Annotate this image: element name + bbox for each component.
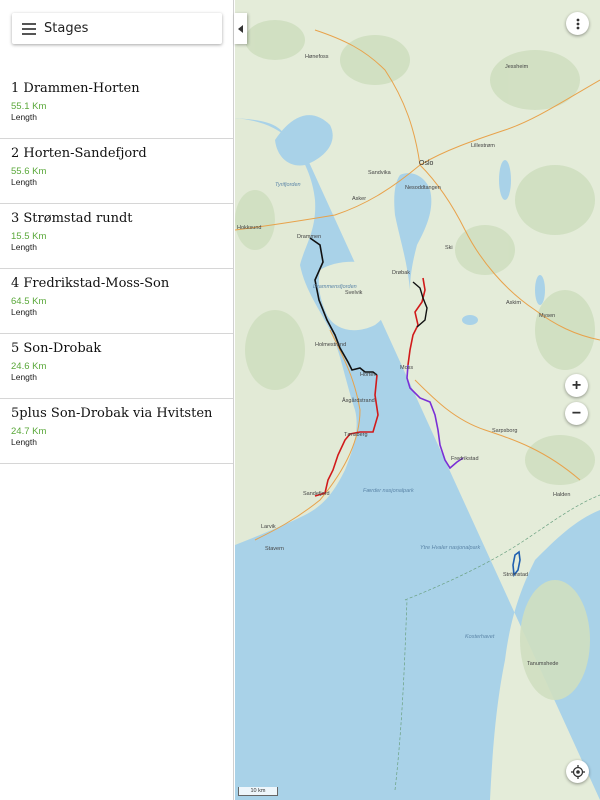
stage-name: 2 Horten-Sandefjord	[11, 146, 147, 161]
place-label: Ski	[445, 245, 453, 251]
stage-length-label: Length	[11, 242, 37, 252]
stage-list: 1 Drammen-Horten 55.1 Km Length 2 Horten…	[0, 74, 233, 464]
place-label: Stavern	[265, 546, 284, 552]
stages-header[interactable]: Stages	[12, 13, 222, 44]
stage-distance: 24.7 Km	[11, 426, 47, 437]
stage-item-6[interactable]: 5plus Son-Drobak via Hvitsten 24.7 Km Le…	[0, 399, 233, 464]
more-vert-icon	[576, 18, 579, 29]
water-label: Drammensfjorden	[313, 284, 357, 290]
zoom-out-button[interactable]: −	[565, 402, 588, 425]
stages-sidebar: Stages 1 Drammen-Horten 55.1 Km Length 2…	[0, 0, 234, 800]
map-view[interactable]: Hønefoss Jessheim Lillestrøm Oslo Sandvi…	[235, 0, 600, 800]
place-label: Asker	[352, 196, 367, 202]
place-label: Mysen	[539, 313, 556, 319]
place-label: Lillestrøm	[471, 143, 495, 149]
stage-item-2[interactable]: 2 Horten-Sandefjord 55.6 Km Length	[0, 139, 233, 204]
place-label: Jessheim	[505, 64, 529, 70]
place-label: Sarpsborg	[492, 428, 518, 434]
place-label: Moss	[400, 365, 414, 371]
locate-button[interactable]	[566, 760, 589, 783]
place-label: Oslo	[419, 160, 434, 167]
stage-distance: 55.1 Km	[11, 101, 47, 112]
stage-distance: 64.5 Km	[11, 296, 47, 307]
water-label: Tyrifjorden	[275, 182, 301, 188]
place-label: Svelvik	[345, 290, 363, 296]
stage-name: 5 Son-Drobak	[11, 341, 102, 356]
locate-icon	[570, 764, 585, 779]
place-label: Drøbak	[392, 270, 411, 276]
stages-title: Stages	[44, 21, 89, 36]
collapse-arrow-icon	[237, 24, 243, 33]
place-label: Larvik	[261, 524, 276, 530]
zoom-in-button[interactable]: +	[565, 374, 588, 397]
scale-bar: 10 km	[238, 787, 278, 796]
place-label: Strömstad	[503, 572, 529, 578]
stage-length-label: Length	[11, 177, 37, 187]
place-label: Nesoddtangen	[405, 185, 441, 191]
stage-distance: 15.5 Km	[11, 231, 47, 242]
menu-icon[interactable]	[22, 22, 36, 35]
place-label: Åsgårdstrand	[342, 398, 375, 404]
stage-length-label: Length	[11, 307, 37, 317]
place-label: Sandefjord	[303, 491, 330, 497]
stage-distance: 55.6 Km	[11, 166, 47, 177]
zoom-in-icon: +	[571, 376, 582, 394]
place-label: Halden	[553, 492, 571, 498]
place-label: Tønsberg	[344, 432, 368, 438]
stage-name: 4 Fredrikstad-Moss-Son	[11, 276, 170, 291]
place-label: Horten	[360, 372, 377, 378]
place-label: Tanumshede	[527, 661, 559, 667]
stage-item-3[interactable]: 3 Strømstad rundt 15.5 Km Length	[0, 204, 233, 269]
place-label: Holmestrand	[315, 342, 347, 348]
place-label: Hokksund	[237, 225, 262, 231]
stage-length-label: Length	[11, 372, 37, 382]
stage-length-label: Length	[11, 112, 37, 122]
place-label: Askim	[506, 300, 521, 306]
park-label: Færder nasjonalpark	[363, 488, 414, 494]
place-label: Sandvika	[368, 170, 391, 176]
stage-name: 5plus Son-Drobak via Hvitsten	[11, 406, 213, 421]
stage-name: 1 Drammen-Horten	[11, 81, 140, 96]
park-label: Kosterhavet	[465, 634, 495, 640]
place-label: Drammen	[297, 234, 322, 240]
stage-name: 3 Strømstad rundt	[11, 211, 133, 226]
collapse-sidebar-button[interactable]	[234, 13, 247, 44]
place-label: Hønefoss	[305, 54, 329, 60]
more-options-button[interactable]	[566, 12, 589, 35]
zoom-out-icon: −	[571, 404, 582, 422]
stage-item-4[interactable]: 4 Fredrikstad-Moss-Son 64.5 Km Length	[0, 269, 233, 334]
stage-item-1[interactable]: 1 Drammen-Horten 55.1 Km Length	[0, 74, 233, 139]
stage-length-label: Length	[11, 437, 37, 447]
place-label: Fredrikstad	[451, 456, 479, 462]
stage-distance: 24.6 Km	[11, 361, 47, 372]
park-label: Ytre Hvaler nasjonalpark	[420, 545, 481, 551]
map-canvas[interactable]	[235, 0, 600, 800]
stage-item-5[interactable]: 5 Son-Drobak 24.6 Km Length	[0, 334, 233, 399]
